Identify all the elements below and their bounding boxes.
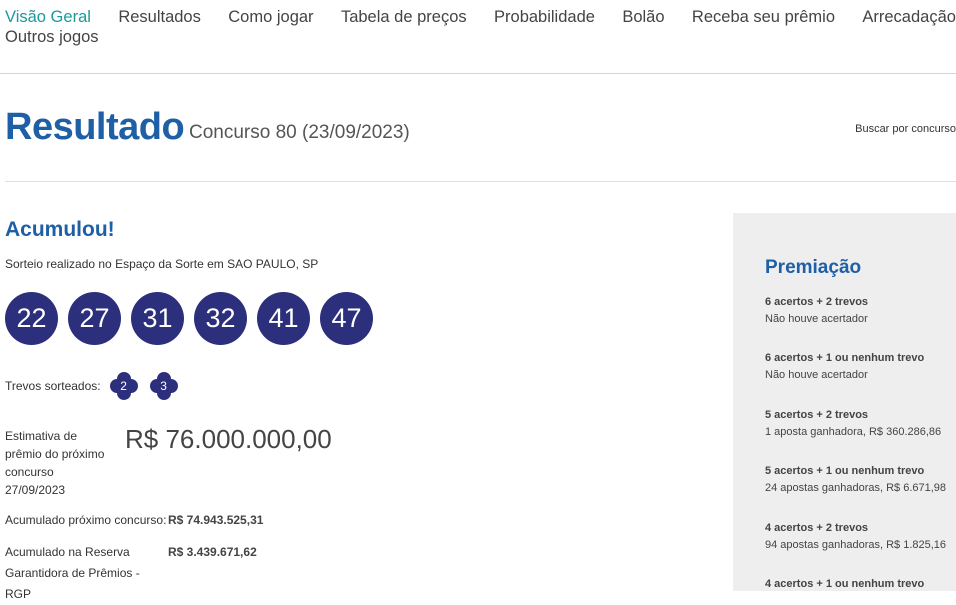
header-divider xyxy=(5,181,956,182)
nav-como-jogar[interactable]: Como jogar xyxy=(228,8,313,27)
status-heading: Acumulou! xyxy=(5,218,115,241)
reserva-valor: R$ 3.439.671,62 xyxy=(168,545,257,559)
prize-tier-result: 1 aposta ganhadora, R$ 360.286,86 xyxy=(765,426,942,438)
number-ball: 31 xyxy=(131,292,184,345)
prize-tier-title: 5 acertos + 1 ou nenhum trevo xyxy=(765,465,925,477)
premiacao-panel: Premiação 6 acertos + 2 trevos Não houve… xyxy=(733,213,956,591)
acumulado-valor: R$ 74.943.525,31 xyxy=(168,513,264,527)
acumulado-label: Acumulado próximo concurso: xyxy=(5,513,167,527)
number-ball: 27 xyxy=(68,292,121,345)
clover-icon: 2 xyxy=(108,370,140,402)
nav-probabilidade[interactable]: Probabilidade xyxy=(494,8,595,27)
nav-divider xyxy=(0,73,956,74)
number-ball: 32 xyxy=(194,292,247,345)
estimativa-valor: R$ 76.000.000,00 xyxy=(125,424,332,454)
nav-visao-geral[interactable]: Visão Geral xyxy=(5,8,91,27)
number-ball: 41 xyxy=(257,292,310,345)
trevo-number: 2 xyxy=(120,379,127,393)
prize-tier-title: 6 acertos + 2 trevos xyxy=(765,296,869,308)
reserva-label: Acumulado na Reserva Garantidora de Prêm… xyxy=(5,545,140,601)
prize-tier-result: Não houve acertador xyxy=(765,369,868,381)
concurso-info: Concurso 80 (23/09/2023) xyxy=(189,122,410,143)
prize-tier: 4 acertos + 2 trevos 94 apostas ganhador… xyxy=(765,520,946,554)
trevos-label: Trevos sorteados: xyxy=(5,379,101,393)
prize-tier: 4 acertos + 1 ou nenhum trevo xyxy=(765,576,924,591)
premiacao-title: Premiação xyxy=(765,257,862,278)
prize-tier: 6 acertos + 2 trevos Não houve acertador xyxy=(765,294,868,328)
nav-receba-seu-premio[interactable]: Receba seu prêmio xyxy=(692,8,835,27)
nav-tabela-de-precos[interactable]: Tabela de preços xyxy=(341,8,467,27)
prize-tier-result: 94 apostas ganhadoras, R$ 1.825,16 xyxy=(765,539,947,551)
estimativa-label: Estimativa de prêmio do próximo concurso… xyxy=(5,429,105,497)
clover-icon: 3 xyxy=(148,370,180,402)
nav-row: Visão Geral Resultados Como jogar Tabela… xyxy=(5,7,956,28)
prize-tier-title: 4 acertos + 1 ou nenhum trevo xyxy=(765,578,925,590)
number-ball: 22 xyxy=(5,292,58,345)
drawn-numbers: 22 27 31 32 41 47 xyxy=(5,292,373,345)
prize-tier: 5 acertos + 2 trevos 1 aposta ganhadora,… xyxy=(765,407,941,441)
prize-tier-result: Não houve acertador xyxy=(765,313,868,325)
prize-tier-result: 24 apostas ganhadoras, R$ 6.671,98 xyxy=(765,482,947,494)
buscar-concurso-link[interactable]: Buscar por concurso xyxy=(855,123,956,135)
nav-bolao[interactable]: Bolão xyxy=(622,8,664,27)
trevos-sorteados: Trevos sorteados: 2 3 xyxy=(5,370,188,402)
nav-arrecadacao[interactable]: Arrecadação xyxy=(862,8,956,27)
number-ball: 47 xyxy=(320,292,373,345)
main-nav: Visão Geral Resultados Como jogar Tabela… xyxy=(5,7,956,49)
prize-tier-title: 6 acertos + 1 ou nenhum trevo xyxy=(765,352,925,364)
result-header: Resultado Concurso 80 (23/09/2023) Busca… xyxy=(5,106,956,150)
page-title: Resultado xyxy=(5,106,185,148)
nav-outros-jogos[interactable]: Outros jogos xyxy=(5,28,99,46)
nav-resultados[interactable]: Resultados xyxy=(118,8,201,27)
prize-tier-title: 5 acertos + 2 trevos xyxy=(765,409,869,421)
sorteio-location: Sorteio realizado no Espaço da Sorte em … xyxy=(5,257,319,271)
trevo-number: 3 xyxy=(160,379,167,393)
prize-tier: 6 acertos + 1 ou nenhum trevo Não houve … xyxy=(765,350,924,384)
prize-tier: 5 acertos + 1 ou nenhum trevo 24 apostas… xyxy=(765,463,946,497)
prize-tier-title: 4 acertos + 2 trevos xyxy=(765,522,869,534)
